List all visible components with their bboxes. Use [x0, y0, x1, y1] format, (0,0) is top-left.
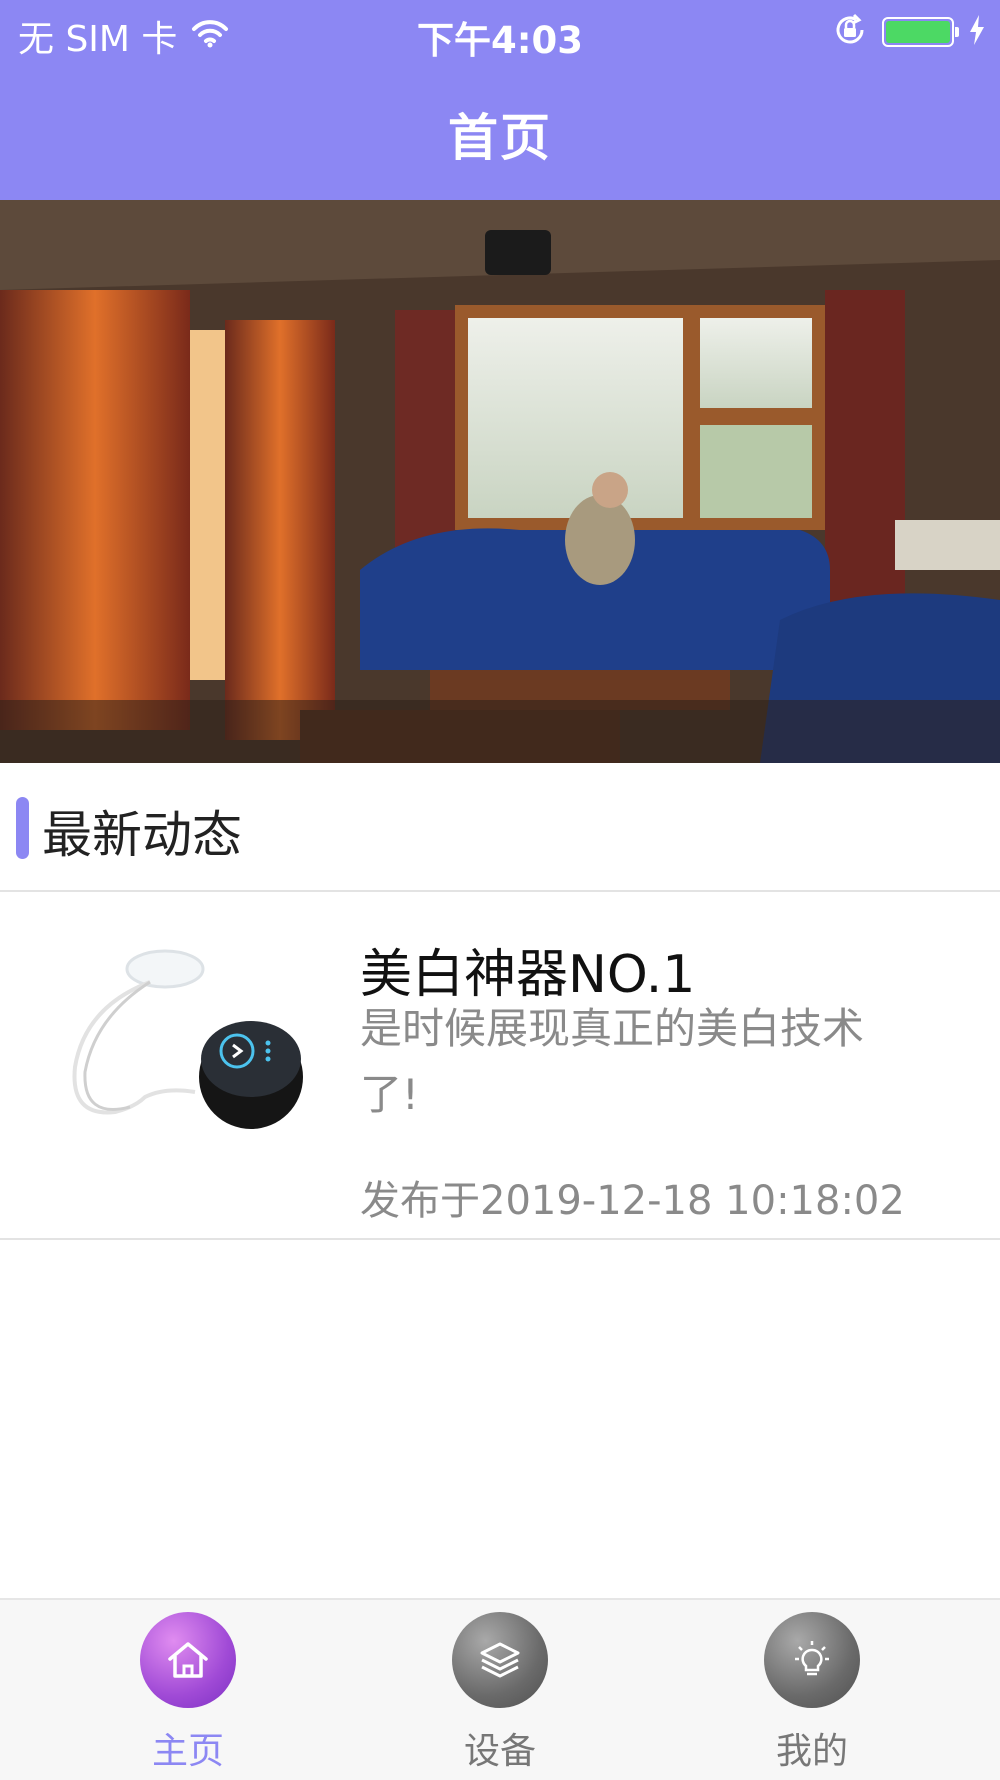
status-indicators [832, 12, 986, 52]
latest-news-header: 最新动态 [0, 763, 1000, 892]
banner-image[interactable] [0, 200, 1000, 763]
tab-home[interactable]: 主页 [88, 1612, 288, 1774]
tab-profile-label: 我的 [775, 1731, 848, 1772]
section-accent-bar [16, 797, 29, 859]
charging-bolt-icon [968, 15, 986, 49]
battery-level [886, 21, 950, 43]
section-title: 最新动态 [42, 806, 242, 864]
news-description: 是时候展现真正的美白技术了! [360, 1004, 865, 1119]
rotation-lock-icon [832, 12, 868, 52]
top-bar: 无 SIM 卡 下午4:03 首页 [0, 0, 1000, 200]
news-publish-time: 发布于2019-12-18 10:18:02 [360, 1178, 905, 1224]
tab-bar: 主页 设备 我的 [0, 1598, 1000, 1780]
battery-icon [882, 17, 959, 47]
tab-profile[interactable]: 我的 [712, 1612, 912, 1774]
lightbulb-icon [764, 1612, 860, 1708]
status-bar: 无 SIM 卡 下午4:03 [0, 0, 1000, 64]
living-room-photo [0, 200, 1000, 763]
page-title: 首页 [448, 109, 552, 167]
tab-devices-label: 设备 [463, 1731, 536, 1772]
news-item[interactable]: 美白神器NO.1 是时候展现真正的美白技术了! 发布于2019-12-18 10… [0, 892, 1000, 1240]
tab-devices[interactable]: 设备 [400, 1612, 600, 1774]
home-icon [140, 1612, 236, 1708]
tab-home-label: 主页 [151, 1731, 224, 1772]
layers-icon [452, 1612, 548, 1708]
teeth-whitening-device-image [55, 947, 325, 1167]
